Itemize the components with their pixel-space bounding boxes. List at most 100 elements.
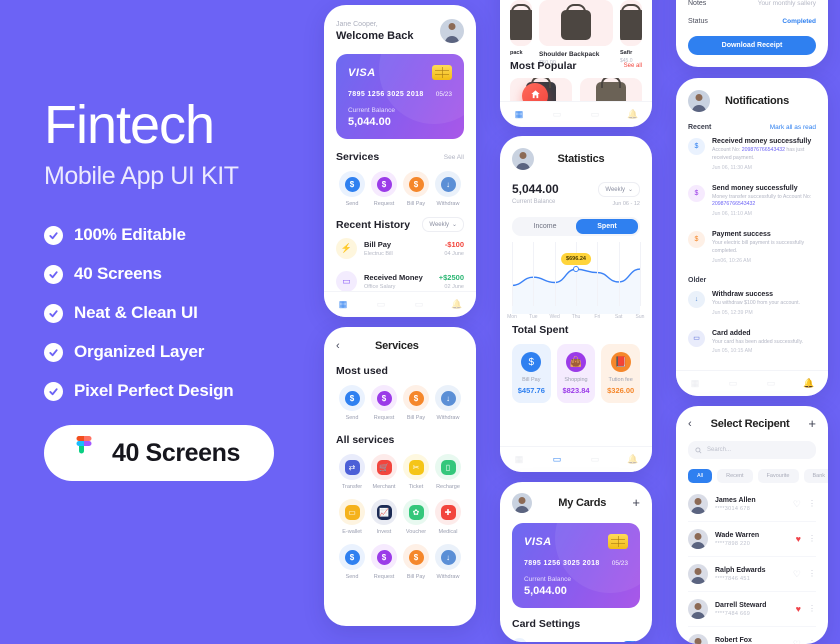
visa-card[interactable]: VISA 7895 1256 3025 2018 05/23 Current B… [512, 523, 640, 608]
payment-request-toggle[interactable] [622, 641, 640, 643]
service-item-bill-pay[interactable]: $Bill Pay [400, 171, 432, 207]
nav-grid-icon[interactable]: ▦ [514, 454, 525, 465]
spend-card[interactable]: 👜Shopping$823.84 [557, 344, 596, 403]
history-filter-dropdown[interactable]: Weekly ⌄ [422, 217, 464, 232]
recipient-name: Darrell Steward [715, 602, 789, 609]
product-card-main[interactable] [539, 0, 613, 46]
nav-wallet-icon[interactable]: ▭ [728, 378, 739, 389]
favourite-heart-icon[interactable]: ♡ [793, 499, 801, 510]
recipient-row[interactable]: Wade Warren****7898 220♥⋮ [688, 522, 816, 557]
card-balance-value: 5,044.00 [524, 585, 628, 597]
nav-wallet-icon[interactable]: ▭ [552, 454, 563, 465]
service-item-bill-pay[interactable]: $Bill Pay [400, 385, 432, 421]
nav-bell-icon[interactable]: 🔔 [452, 299, 463, 310]
service-item-voucher[interactable]: ✿Voucher [400, 499, 432, 535]
more-options-icon[interactable]: ⋮ [808, 536, 816, 542]
avatar[interactable] [688, 90, 710, 112]
service-item-request[interactable]: $Request [368, 385, 400, 421]
bottom-nav-shop[interactable]: ▦ ▭ ▭ 🔔 [500, 101, 652, 127]
recipient-row[interactable]: Ralph Edwards****7846 451♡⋮ [688, 557, 816, 592]
grid-line [576, 242, 577, 306]
nav-card-icon[interactable]: ▭ [766, 378, 777, 389]
more-options-icon[interactable]: ⋮ [808, 571, 816, 577]
favourite-heart-icon[interactable]: ♡ [793, 569, 801, 580]
bottom-nav-notifications[interactable]: ▦ ▭ ▭ 🔔 [676, 370, 828, 396]
grid-line [640, 242, 641, 306]
service-label: Recharge [432, 484, 464, 490]
range-filter-dropdown[interactable]: Weekly ⌄ [598, 182, 640, 197]
service-item-transfer[interactable]: ⇄Transfer [336, 454, 368, 490]
avatar[interactable] [512, 148, 534, 170]
service-item-send[interactable]: $Send [336, 385, 368, 421]
service-item-merchant[interactable]: 🛒Merchant [368, 454, 400, 490]
download-receipt-button[interactable]: Download Receipt [688, 36, 816, 55]
service-item-ticket[interactable]: ✂Ticket [400, 454, 432, 490]
spend-card[interactable]: 📕Tution fee$326.00 [601, 344, 640, 403]
search-input[interactable]: Search... [688, 441, 816, 459]
nav-bell-icon[interactable]: 🔔 [628, 109, 639, 120]
history-row[interactable]: ⚡Bill PayElectruc Bill-$10004 June [336, 232, 464, 265]
nav-card-icon[interactable]: ▭ [414, 299, 425, 310]
service-item-withdraw[interactable]: ↓Withdraw [432, 385, 464, 421]
recipient-row[interactable]: Robert Fox****2214 905♡⋮ [688, 627, 816, 644]
avatar[interactable] [512, 493, 532, 513]
service-item-e-wallet[interactable]: ▭E-wallet [336, 499, 368, 535]
service-item-withdraw[interactable]: ↓Withdraw [432, 544, 464, 580]
nav-bell-icon[interactable]: 🔔 [804, 378, 815, 389]
notification-item[interactable]: ▭Card addedYour card has been added succ… [688, 323, 816, 362]
filter-chip-recent[interactable]: Recent [717, 469, 752, 483]
filter-chip-bank[interactable]: Bank [804, 469, 829, 483]
favourite-heart-icon[interactable]: ♥ [796, 604, 801, 614]
favourite-heart-icon[interactable]: ♥ [796, 534, 801, 544]
nav-bell-icon[interactable]: 🔔 [628, 454, 639, 465]
bottom-nav-statistics[interactable]: ▦ ▭ ▭ 🔔 [500, 446, 652, 472]
service-item-invest[interactable]: 📈Invest [368, 499, 400, 535]
filter-chip-all[interactable]: All [688, 469, 712, 483]
notification-item[interactable]: ↓Withdraw successYou withdraw $100 from … [688, 284, 816, 323]
nav-wallet-icon[interactable]: ▭ [552, 109, 563, 120]
plus-icon[interactable]: + [632, 498, 640, 508]
favourite-heart-icon[interactable]: ♡ [793, 639, 801, 644]
tab-spent[interactable]: Spent [576, 219, 638, 234]
tab-income[interactable]: Income [514, 219, 576, 234]
service-item-send[interactable]: $Send [336, 171, 368, 207]
service-item-bill-pay[interactable]: $Bill Pay [400, 544, 432, 580]
notification-item[interactable]: $Received money successfullyAccount No: … [688, 131, 816, 178]
more-options-icon[interactable]: ⋮ [808, 501, 816, 507]
product-card-left[interactable] [510, 0, 532, 46]
feature-item-2: 40 Screens [44, 264, 324, 284]
nav-grid-icon[interactable]: ▦ [338, 299, 349, 310]
service-item-request[interactable]: $Request [368, 171, 400, 207]
chevron-left-icon[interactable]: ‹ [336, 340, 340, 352]
notification-item[interactable]: $Payment successYour electric bill payme… [688, 224, 816, 271]
service-item-send[interactable]: $Send [336, 544, 368, 580]
service-item-withdraw[interactable]: ↓Withdraw [432, 171, 464, 207]
notification-item[interactable]: $Send money successfullyMoney transfer s… [688, 178, 816, 225]
most-popular-see-all[interactable]: See all [624, 63, 642, 69]
plus-icon[interactable]: + [808, 419, 816, 429]
service-item-medical[interactable]: ✚Medical [432, 499, 464, 535]
search-icon [695, 447, 702, 454]
bottom-nav[interactable]: ▦ ▭ ▭ 🔔 [324, 291, 476, 317]
mark-all-read-button[interactable]: Mark all as read [770, 124, 816, 131]
history-title: Recent History [336, 219, 410, 231]
nav-grid-icon[interactable]: ▦ [514, 109, 525, 120]
nav-card-icon[interactable]: ▭ [590, 454, 601, 465]
recipient-row[interactable]: James Allen****3014 678♡⋮ [688, 487, 816, 522]
nav-grid-icon[interactable]: ▦ [690, 378, 701, 389]
spend-card[interactable]: $Bill Pay$457.76 [512, 344, 551, 403]
service-item-recharge[interactable]: ▯Recharge [432, 454, 464, 490]
x-axis-label: Tue [529, 314, 537, 320]
income-spent-tabs[interactable]: Income Spent [512, 217, 640, 236]
service-item-request[interactable]: $Request [368, 544, 400, 580]
history-filter-label: Weekly [429, 222, 449, 228]
nav-wallet-icon[interactable]: ▭ [376, 299, 387, 310]
filter-chip-favourite[interactable]: Favourite [758, 469, 799, 483]
services-see-all[interactable]: See All [444, 154, 464, 161]
recipient-row[interactable]: Darrell Steward****7484 669♥⋮ [688, 592, 816, 627]
avatar[interactable] [440, 19, 464, 43]
visa-card[interactable]: VISA 7895 1256 3025 2018 05/23 Current B… [336, 54, 464, 139]
nav-card-icon[interactable]: ▭ [590, 109, 601, 120]
more-options-icon[interactable]: ⋮ [808, 606, 816, 612]
product-card-right[interactable] [620, 0, 642, 46]
